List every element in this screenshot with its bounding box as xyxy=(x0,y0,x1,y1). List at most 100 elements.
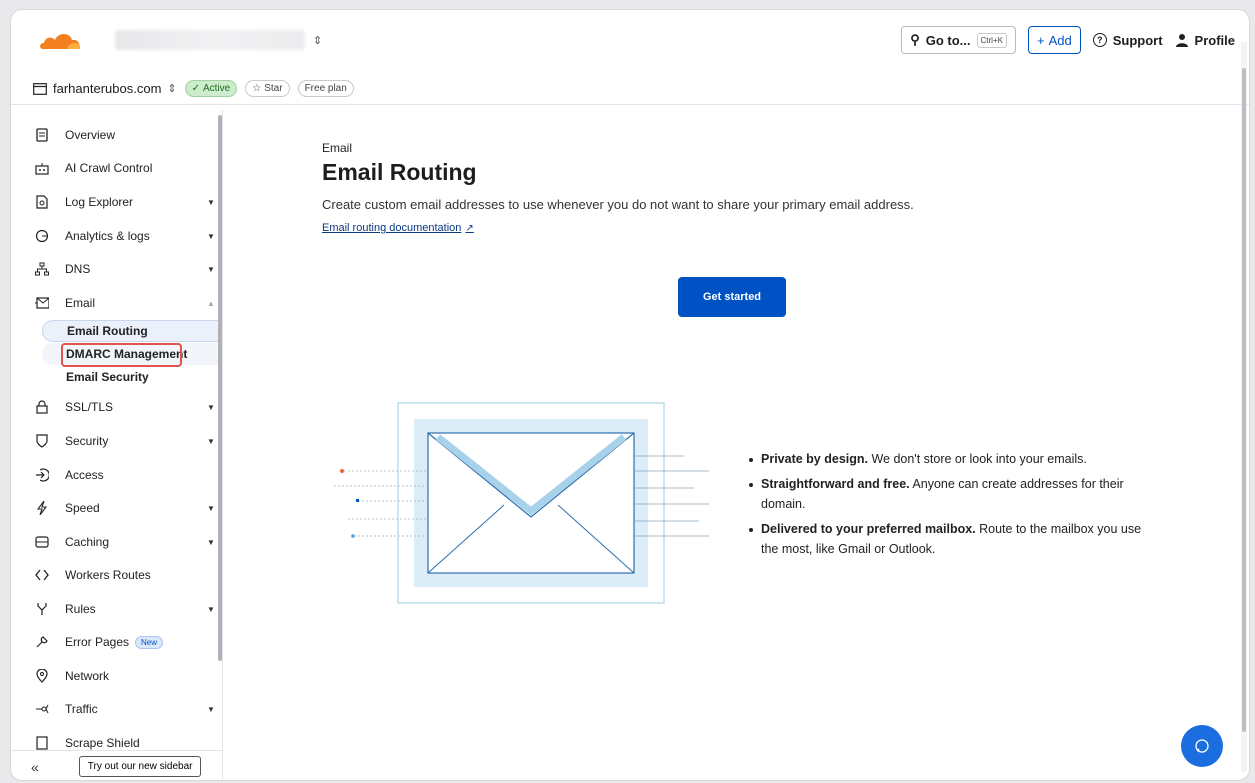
account-selector[interactable]: ⇕ xyxy=(115,30,322,50)
support-label: Support xyxy=(1112,32,1163,48)
browser-window: ⇕ ⚲ Go to... Ctrl+K + Add ? Support Prof… xyxy=(10,9,1250,781)
chevron-up-down-icon: ⇕ xyxy=(313,34,323,47)
highlight-annotation xyxy=(61,343,182,367)
zone-bar: farhanterubos.com ⇕ ✓ Active ☆ Star Free… xyxy=(11,73,1249,105)
shield-icon xyxy=(35,434,49,448)
search-icon: ⚲ xyxy=(910,32,920,47)
goto-button[interactable]: ⚲ Go to... Ctrl+K xyxy=(901,26,1016,54)
sidebar-item-label: Analytics & logs xyxy=(65,229,150,243)
profile-label: Profile xyxy=(1194,32,1235,48)
star-button[interactable]: ☆ Star xyxy=(245,80,290,97)
sidebar-item-label: Speed xyxy=(65,501,100,515)
lock-icon xyxy=(35,400,49,414)
try-new-sidebar-button[interactable]: Try out our new sidebar xyxy=(78,756,202,777)
bullet-bold: Delivered to your preferred mailbox. xyxy=(761,522,976,537)
location-icon xyxy=(35,669,49,683)
sidebar-item-label: Error Pages xyxy=(65,635,130,649)
sidebar-scrollbar[interactable] xyxy=(218,115,222,661)
storage-icon xyxy=(35,535,49,549)
collapse-sidebar-icon[interactable]: « xyxy=(31,759,39,775)
sidebar-item-caching[interactable]: Caching ▼ xyxy=(11,527,222,557)
chart-icon xyxy=(35,229,49,243)
star-label: Star xyxy=(264,83,283,94)
network-icon xyxy=(35,262,49,276)
sidebar-item-label: Log Explorer xyxy=(65,195,134,209)
sidebar-item-rules[interactable]: Rules ▼ xyxy=(11,594,222,624)
wrench-icon xyxy=(35,635,49,649)
sidebar-item-scrape-shield[interactable]: Scrape Shield xyxy=(11,728,222,750)
sidebar-item-dns[interactable]: DNS ▼ xyxy=(11,254,222,284)
traffic-icon xyxy=(35,702,49,716)
sidebar-item-label: Traffic xyxy=(65,702,98,716)
plan-badge[interactable]: Free plan xyxy=(297,80,354,97)
status-label: Active xyxy=(203,83,231,94)
sidebar-item-access[interactable]: Access xyxy=(11,460,222,490)
help-icon: ? xyxy=(1092,33,1107,47)
bolt-icon xyxy=(35,501,49,515)
sidebar-item-error-pages[interactable]: Error Pages New xyxy=(11,627,222,657)
email-illustration xyxy=(334,402,709,604)
sidebar-item-label: Security xyxy=(65,434,109,448)
sidebar-item-label: SSL/TLS xyxy=(65,400,114,414)
goto-label: Go to... xyxy=(925,32,971,48)
sidebar: Overview AI Crawl Control Log Explorer ▼… xyxy=(11,110,223,750)
caret-down-icon: ▼ xyxy=(207,197,215,207)
sidebar-item-label: Workers Routes xyxy=(65,568,151,582)
add-button[interactable]: + Add xyxy=(1027,26,1081,54)
sidebar-item-ai-crawl-control[interactable]: AI Crawl Control xyxy=(11,153,222,183)
caret-down-icon: ▼ xyxy=(207,503,215,513)
documentation-link-label: Email routing documentation xyxy=(322,222,462,234)
sidebar-item-label: Rules xyxy=(65,602,96,616)
sidebar-item-security[interactable]: Security ▼ xyxy=(11,426,222,456)
star-icon: ☆ xyxy=(252,83,262,94)
caret-down-icon: ▼ xyxy=(207,402,215,412)
bullet-bold: Straightforward and free. xyxy=(761,477,910,492)
sidebar-item-speed[interactable]: Speed ▼ xyxy=(11,493,222,523)
caret-up-icon: ▲ xyxy=(207,298,215,308)
breadcrumb: Email xyxy=(322,141,353,155)
document-icon xyxy=(35,128,49,142)
list-item: Delivered to your preferred mailbox. Rou… xyxy=(747,520,1147,559)
check-icon: ✓ xyxy=(191,83,201,94)
documentation-link[interactable]: Email routing documentation ↗ xyxy=(322,222,474,234)
top-bar: ⇕ ⚲ Go to... Ctrl+K + Add ? Support Prof… xyxy=(11,10,1249,70)
chat-button[interactable] xyxy=(1181,725,1223,767)
sidebar-item-label: DNS xyxy=(65,262,91,276)
sidebar-item-overview[interactable]: Overview xyxy=(11,120,222,150)
cloudflare-logo[interactable] xyxy=(37,25,83,55)
page-description: Create custom email addresses to use whe… xyxy=(322,197,914,212)
sidebar-subitem-email-routing[interactable]: Email Routing xyxy=(42,320,222,342)
bullet-bold: Private by design. xyxy=(761,452,868,466)
sidebar-item-label: Access xyxy=(65,468,104,482)
zone-selector[interactable]: farhanterubos.com ⇕ xyxy=(33,81,177,96)
zone-name: farhanterubos.com xyxy=(53,81,162,96)
plus-icon: + xyxy=(1036,32,1045,48)
shortcut-hint: Ctrl+K xyxy=(976,32,1007,48)
sidebar-item-label: Overview xyxy=(65,128,116,142)
envelope-icon xyxy=(35,296,49,310)
bullet-text: We don't store or look into your emails. xyxy=(867,452,1087,466)
login-icon xyxy=(35,468,49,482)
sidebar-subitem-email-security[interactable]: Email Security xyxy=(42,366,222,388)
code-icon xyxy=(35,568,49,582)
sidebar-item-traffic[interactable]: Traffic ▼ xyxy=(11,694,222,724)
sidebar-item-workers-routes[interactable]: Workers Routes xyxy=(11,560,222,590)
sidebar-item-email[interactable]: Email ▲ xyxy=(11,288,222,318)
get-started-button[interactable]: Get started xyxy=(678,277,786,317)
browser-window-icon xyxy=(33,82,47,95)
user-icon xyxy=(1175,34,1188,47)
profile-link[interactable]: Profile xyxy=(1175,33,1235,48)
sidebar-item-analytics-logs[interactable]: Analytics & logs ▼ xyxy=(11,221,222,251)
sidebar-item-label: Scrape Shield xyxy=(65,736,140,750)
page-scrollbar[interactable] xyxy=(1242,68,1246,732)
page-title: Email Routing xyxy=(322,159,477,185)
account-name-redacted xyxy=(115,30,305,50)
support-link[interactable]: ? Support xyxy=(1092,32,1163,48)
caret-down-icon: ▼ xyxy=(207,264,215,274)
sidebar-item-label: AI Crawl Control xyxy=(65,161,153,175)
sidebar-item-ssl-tls[interactable]: SSL/TLS ▼ xyxy=(11,392,222,422)
sidebar-item-network[interactable]: Network xyxy=(11,661,222,691)
sidebar-item-log-explorer[interactable]: Log Explorer ▼ xyxy=(11,187,222,217)
caret-down-icon: ▼ xyxy=(207,537,215,547)
file-search-icon xyxy=(35,195,49,209)
